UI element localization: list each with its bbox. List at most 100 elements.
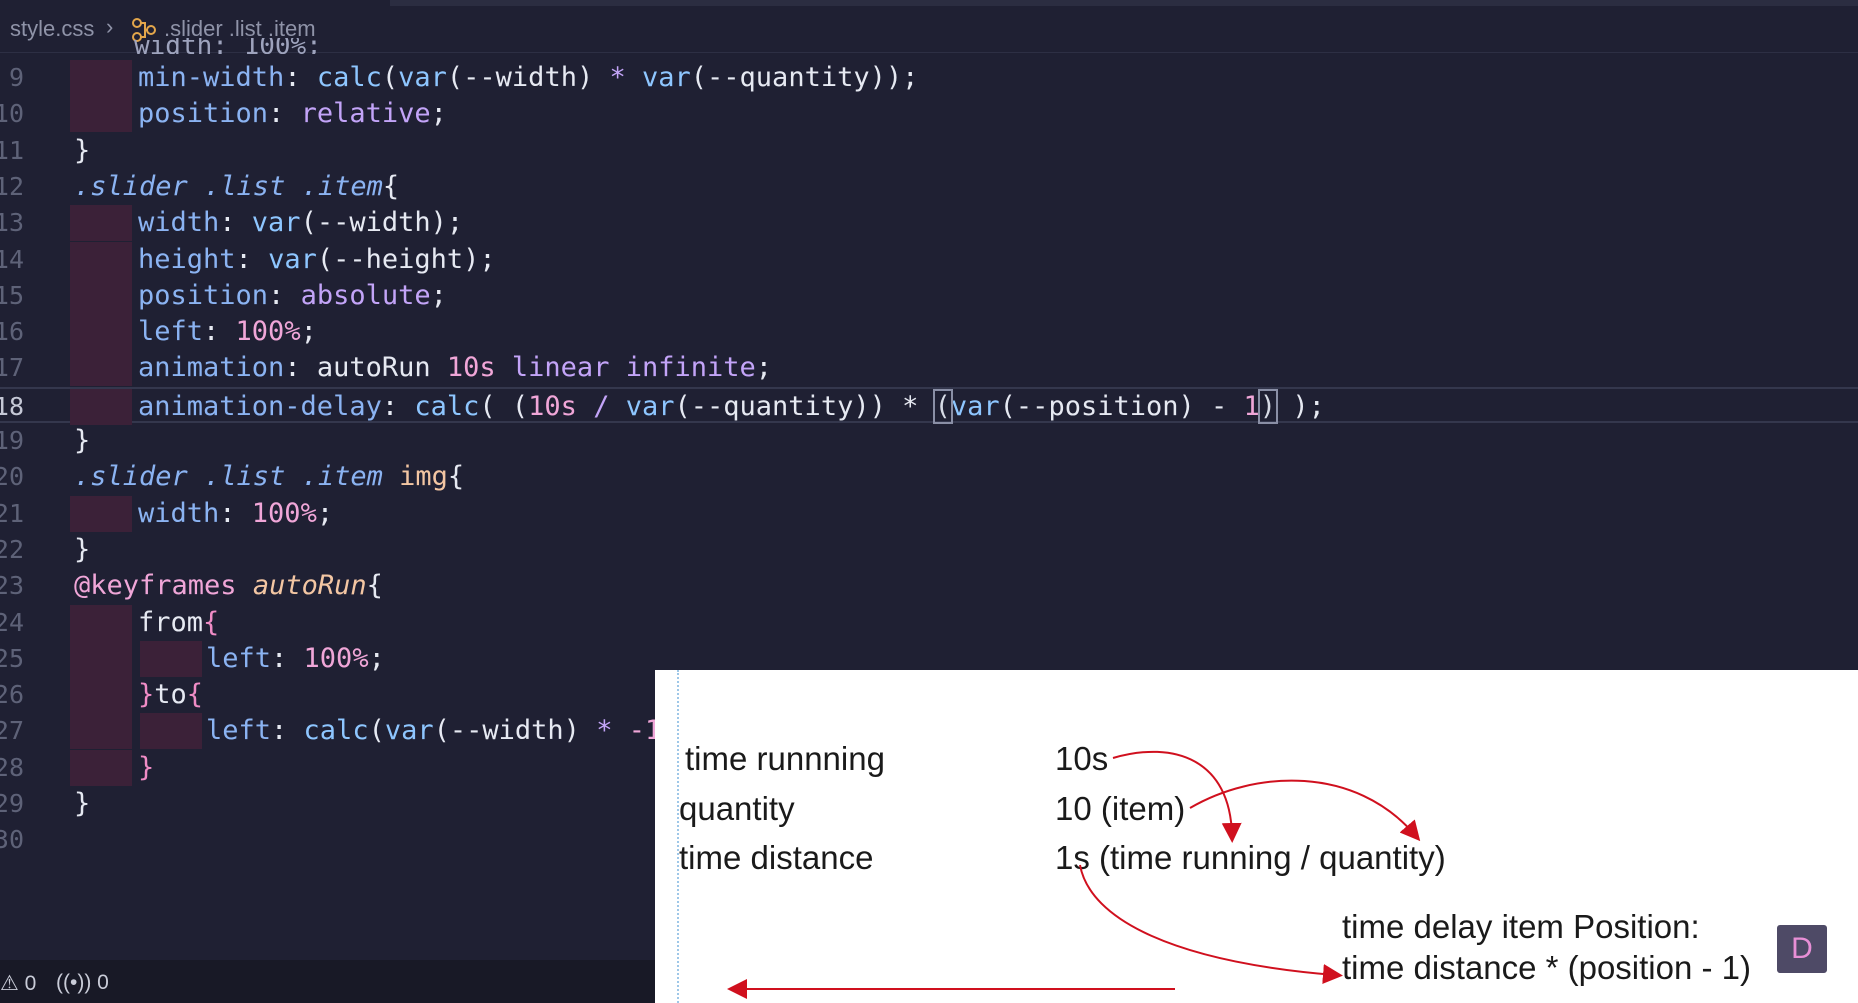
status-ports[interactable]: ((•)) 0 — [56, 971, 109, 995]
code-line[interactable]: 24 from{ — [0, 604, 1858, 641]
code-token: (--quantity) — [674, 390, 870, 422]
indent-guide — [70, 205, 132, 242]
code-text: } — [138, 750, 154, 786]
code-token: (--quantity) — [690, 62, 886, 93]
code-token: ; — [368, 642, 385, 674]
code-token: (--width) — [433, 715, 580, 747]
code-text: } — [74, 786, 90, 822]
indent-guide — [70, 96, 132, 133]
code-token: absolute — [300, 279, 431, 311]
code-token: * — [593, 62, 642, 93]
code-token: 10s — [528, 390, 577, 422]
code-token: linear infinite — [495, 352, 756, 384]
code-token: (--width) — [300, 207, 447, 239]
line-number: 20 — [0, 462, 24, 492]
code-token: * — [579, 715, 629, 747]
code-line[interactable]: 17 animation: autoRun 10s linear infinite… — [0, 350, 1858, 387]
code-token: ( — [511, 390, 529, 422]
chevron-right-icon: › — [106, 14, 114, 39]
indent-guide — [70, 241, 132, 278]
code-token: { — [186, 679, 204, 711]
code-token: ) — [1257, 388, 1279, 424]
code-line[interactable]: 15 position: absolute; — [0, 277, 1858, 314]
code-text: position: absolute; — [138, 278, 447, 314]
line-number: 30 — [0, 825, 24, 855]
code-token: 100% — [303, 642, 369, 674]
indent-guide — [140, 713, 202, 750]
code-token: min-width — [138, 62, 285, 93]
code-text: min-width: calc(var(--width) * var(--qua… — [138, 60, 918, 96]
code-text: left: calc(var(--width) * -1) — [206, 713, 678, 749]
code-text: .slider .list .item img{ — [74, 459, 464, 495]
indent-guide — [70, 640, 132, 677]
code-token: : — [381, 390, 415, 422]
indent-guide — [70, 677, 132, 714]
arrow-quantity-to-distance — [1189, 779, 1421, 842]
code-line[interactable]: 13 width: var(--width); — [0, 205, 1858, 242]
code-token: ; — [430, 98, 447, 130]
code-token: { — [382, 170, 400, 202]
code-token: (--height) — [316, 243, 480, 275]
code-token: { — [366, 570, 383, 602]
code-token: relative — [300, 98, 431, 130]
code-token: / — [576, 390, 626, 422]
line-number: 23 — [0, 571, 24, 601]
code-token: var — [251, 207, 301, 239]
line-number: 14 — [0, 244, 24, 274]
code-text: from{ — [138, 605, 219, 641]
code-line[interactable]: 18 animation-delay: calc( (10s / var(--qu… — [0, 386, 1858, 425]
indent-guide — [70, 60, 132, 96]
code-line[interactable]: 20 .slider .list .item img{ — [0, 459, 1858, 495]
code-text: left: 100%; — [138, 314, 317, 350]
indent-guide — [70, 277, 132, 314]
code-token: : — [271, 715, 304, 747]
code-token: var — [625, 390, 675, 422]
code-text: }to{ — [138, 677, 203, 713]
code-token: from — [138, 606, 204, 638]
code-token: .slider .list .item — [74, 170, 383, 202]
indent-guide — [140, 640, 202, 677]
code-token: ) * — [869, 390, 935, 422]
code-token: to — [154, 679, 187, 711]
breadcrumb-file[interactable]: style.css — [10, 16, 94, 42]
code-token: : — [219, 207, 252, 239]
line-number: 18 — [0, 391, 24, 421]
code-token: { — [203, 606, 220, 638]
code-line[interactable]: 9 min-width: calc(var(--width) * var(--qu… — [0, 60, 1858, 96]
code-line[interactable]: 10 position: relative; — [0, 96, 1858, 133]
code-line[interactable]: 22} — [0, 532, 1858, 568]
status-warnings[interactable]: ⚠ 0 — [0, 971, 36, 996]
code-token: } — [74, 134, 91, 166]
code-text: } — [74, 532, 90, 568]
code-line[interactable]: 21 width: 100%; — [0, 495, 1858, 532]
code-text: .slider .list .item{ — [74, 169, 399, 205]
code-line[interactable]: 19} — [0, 423, 1858, 459]
line-number: 27 — [0, 716, 24, 746]
code-token: left — [206, 642, 272, 674]
code-line[interactable]: 12 .slider .list .item{ — [0, 169, 1858, 205]
code-token: calc — [303, 715, 369, 747]
code-text: width: 100%; — [138, 496, 333, 532]
code-line[interactable]: 14 height: var(--height); — [0, 241, 1858, 278]
code-token: ( — [381, 62, 399, 93]
code-token: var — [950, 390, 1000, 422]
code-token: : — [268, 279, 301, 311]
code-token: autoRun — [252, 570, 367, 602]
code-text: width: var(--width); — [138, 205, 463, 241]
code-line[interactable]: 16 left: 100%; — [0, 314, 1858, 351]
code-token: : — [284, 62, 317, 93]
code-line[interactable]: 11} — [0, 133, 1858, 169]
code-token: left — [206, 715, 272, 747]
code-text: } — [74, 423, 90, 459]
code-token: (--position) — [999, 390, 1195, 422]
line-number: 29 — [0, 789, 24, 818]
code-token: 100% — [235, 316, 301, 348]
code-token: img — [399, 461, 448, 493]
line-number: 28 — [0, 752, 24, 782]
code-text: animation: autoRun 10s linear infinite; — [138, 350, 772, 386]
status-bar: ⚠ 0 ((•)) 0 — [0, 960, 660, 1003]
code-token: @keyframes — [74, 570, 253, 602]
line-number: 10 — [0, 99, 24, 129]
code-line[interactable]: 23 @keyframes autoRun{ — [0, 568, 1858, 604]
code-token: } — [74, 788, 91, 819]
